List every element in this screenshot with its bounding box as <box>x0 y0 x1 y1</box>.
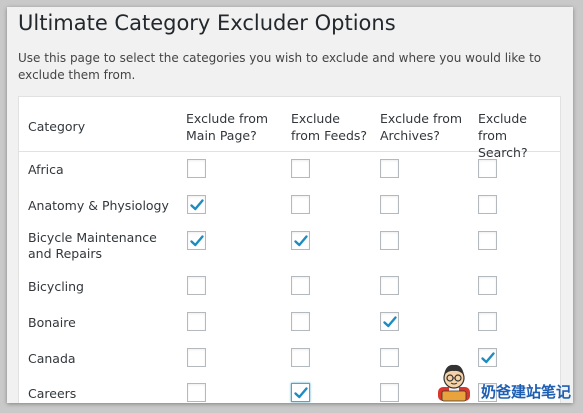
exclude-search-checkbox[interactable] <box>478 231 497 250</box>
exclude-archives-checkbox[interactable] <box>380 383 399 402</box>
category-name: Bonaire <box>28 315 76 330</box>
exclude-search-checkbox[interactable] <box>478 312 497 331</box>
exclude-feeds-checkbox[interactable] <box>291 312 310 331</box>
category-name: Canada <box>28 351 76 366</box>
column-header-search: Exclude from Search? <box>478 111 528 160</box>
exclude-main-checkbox[interactable] <box>187 383 206 402</box>
checkmark-icon <box>190 235 204 247</box>
exclude-archives-checkbox[interactable] <box>380 276 399 295</box>
exclude-archives-checkbox[interactable] <box>380 312 399 331</box>
options-panel: Ultimate Category Excluder Options Use t… <box>7 7 573 403</box>
category-name: Bicycle Maintenance and Repairs <box>28 230 157 261</box>
exclude-feeds-checkbox[interactable] <box>291 195 310 214</box>
exclude-feeds-checkbox[interactable] <box>291 231 310 250</box>
category-name: Anatomy & Physiology <box>28 198 169 213</box>
exclude-main-checkbox[interactable] <box>187 312 206 331</box>
exclude-search-checkbox[interactable] <box>478 159 497 178</box>
exclude-main-checkbox[interactable] <box>187 159 206 178</box>
checkmark-icon <box>190 199 204 211</box>
checkmark-icon <box>383 316 397 328</box>
column-header-category: Category <box>28 119 86 134</box>
checkmark-icon <box>294 235 308 247</box>
exclude-search-checkbox[interactable] <box>478 195 497 214</box>
checkmark-icon <box>294 387 308 399</box>
exclude-feeds-checkbox[interactable] <box>291 348 310 367</box>
exclude-main-checkbox[interactable] <box>187 348 206 367</box>
category-name: Africa <box>28 162 64 177</box>
watermark-text: 奶爸建站笔记 <box>481 383 572 401</box>
category-table: Category Exclude from Main Page? Exclude… <box>18 96 561 403</box>
table-header: Category Exclude from Main Page? Exclude… <box>19 97 560 160</box>
category-name: Careers <box>28 386 77 401</box>
exclude-feeds-checkbox[interactable] <box>291 383 310 402</box>
exclude-main-checkbox[interactable] <box>187 276 206 295</box>
column-header-archives: Exclude from Archives? <box>380 111 463 143</box>
watermark: 奶爸建站笔记 <box>432 361 573 403</box>
exclude-feeds-checkbox[interactable] <box>291 159 310 178</box>
exclude-archives-checkbox[interactable] <box>380 159 399 178</box>
column-header-feeds: Exclude from Feeds? <box>291 111 368 143</box>
exclude-archives-checkbox[interactable] <box>380 348 399 367</box>
exclude-feeds-checkbox[interactable] <box>291 276 310 295</box>
exclude-archives-checkbox[interactable] <box>380 195 399 214</box>
exclude-archives-checkbox[interactable] <box>380 231 399 250</box>
exclude-main-checkbox[interactable] <box>187 231 206 250</box>
page-description: Use this page to select the categories y… <box>18 51 542 82</box>
page-title: Ultimate Category Excluder Options <box>18 11 396 35</box>
cartoon-avatar-icon <box>438 364 470 402</box>
exclude-main-checkbox[interactable] <box>187 195 206 214</box>
exclude-search-checkbox[interactable] <box>478 276 497 295</box>
category-name: Bicycling <box>28 279 84 294</box>
column-header-main-page: Exclude from Main Page? <box>186 111 269 143</box>
